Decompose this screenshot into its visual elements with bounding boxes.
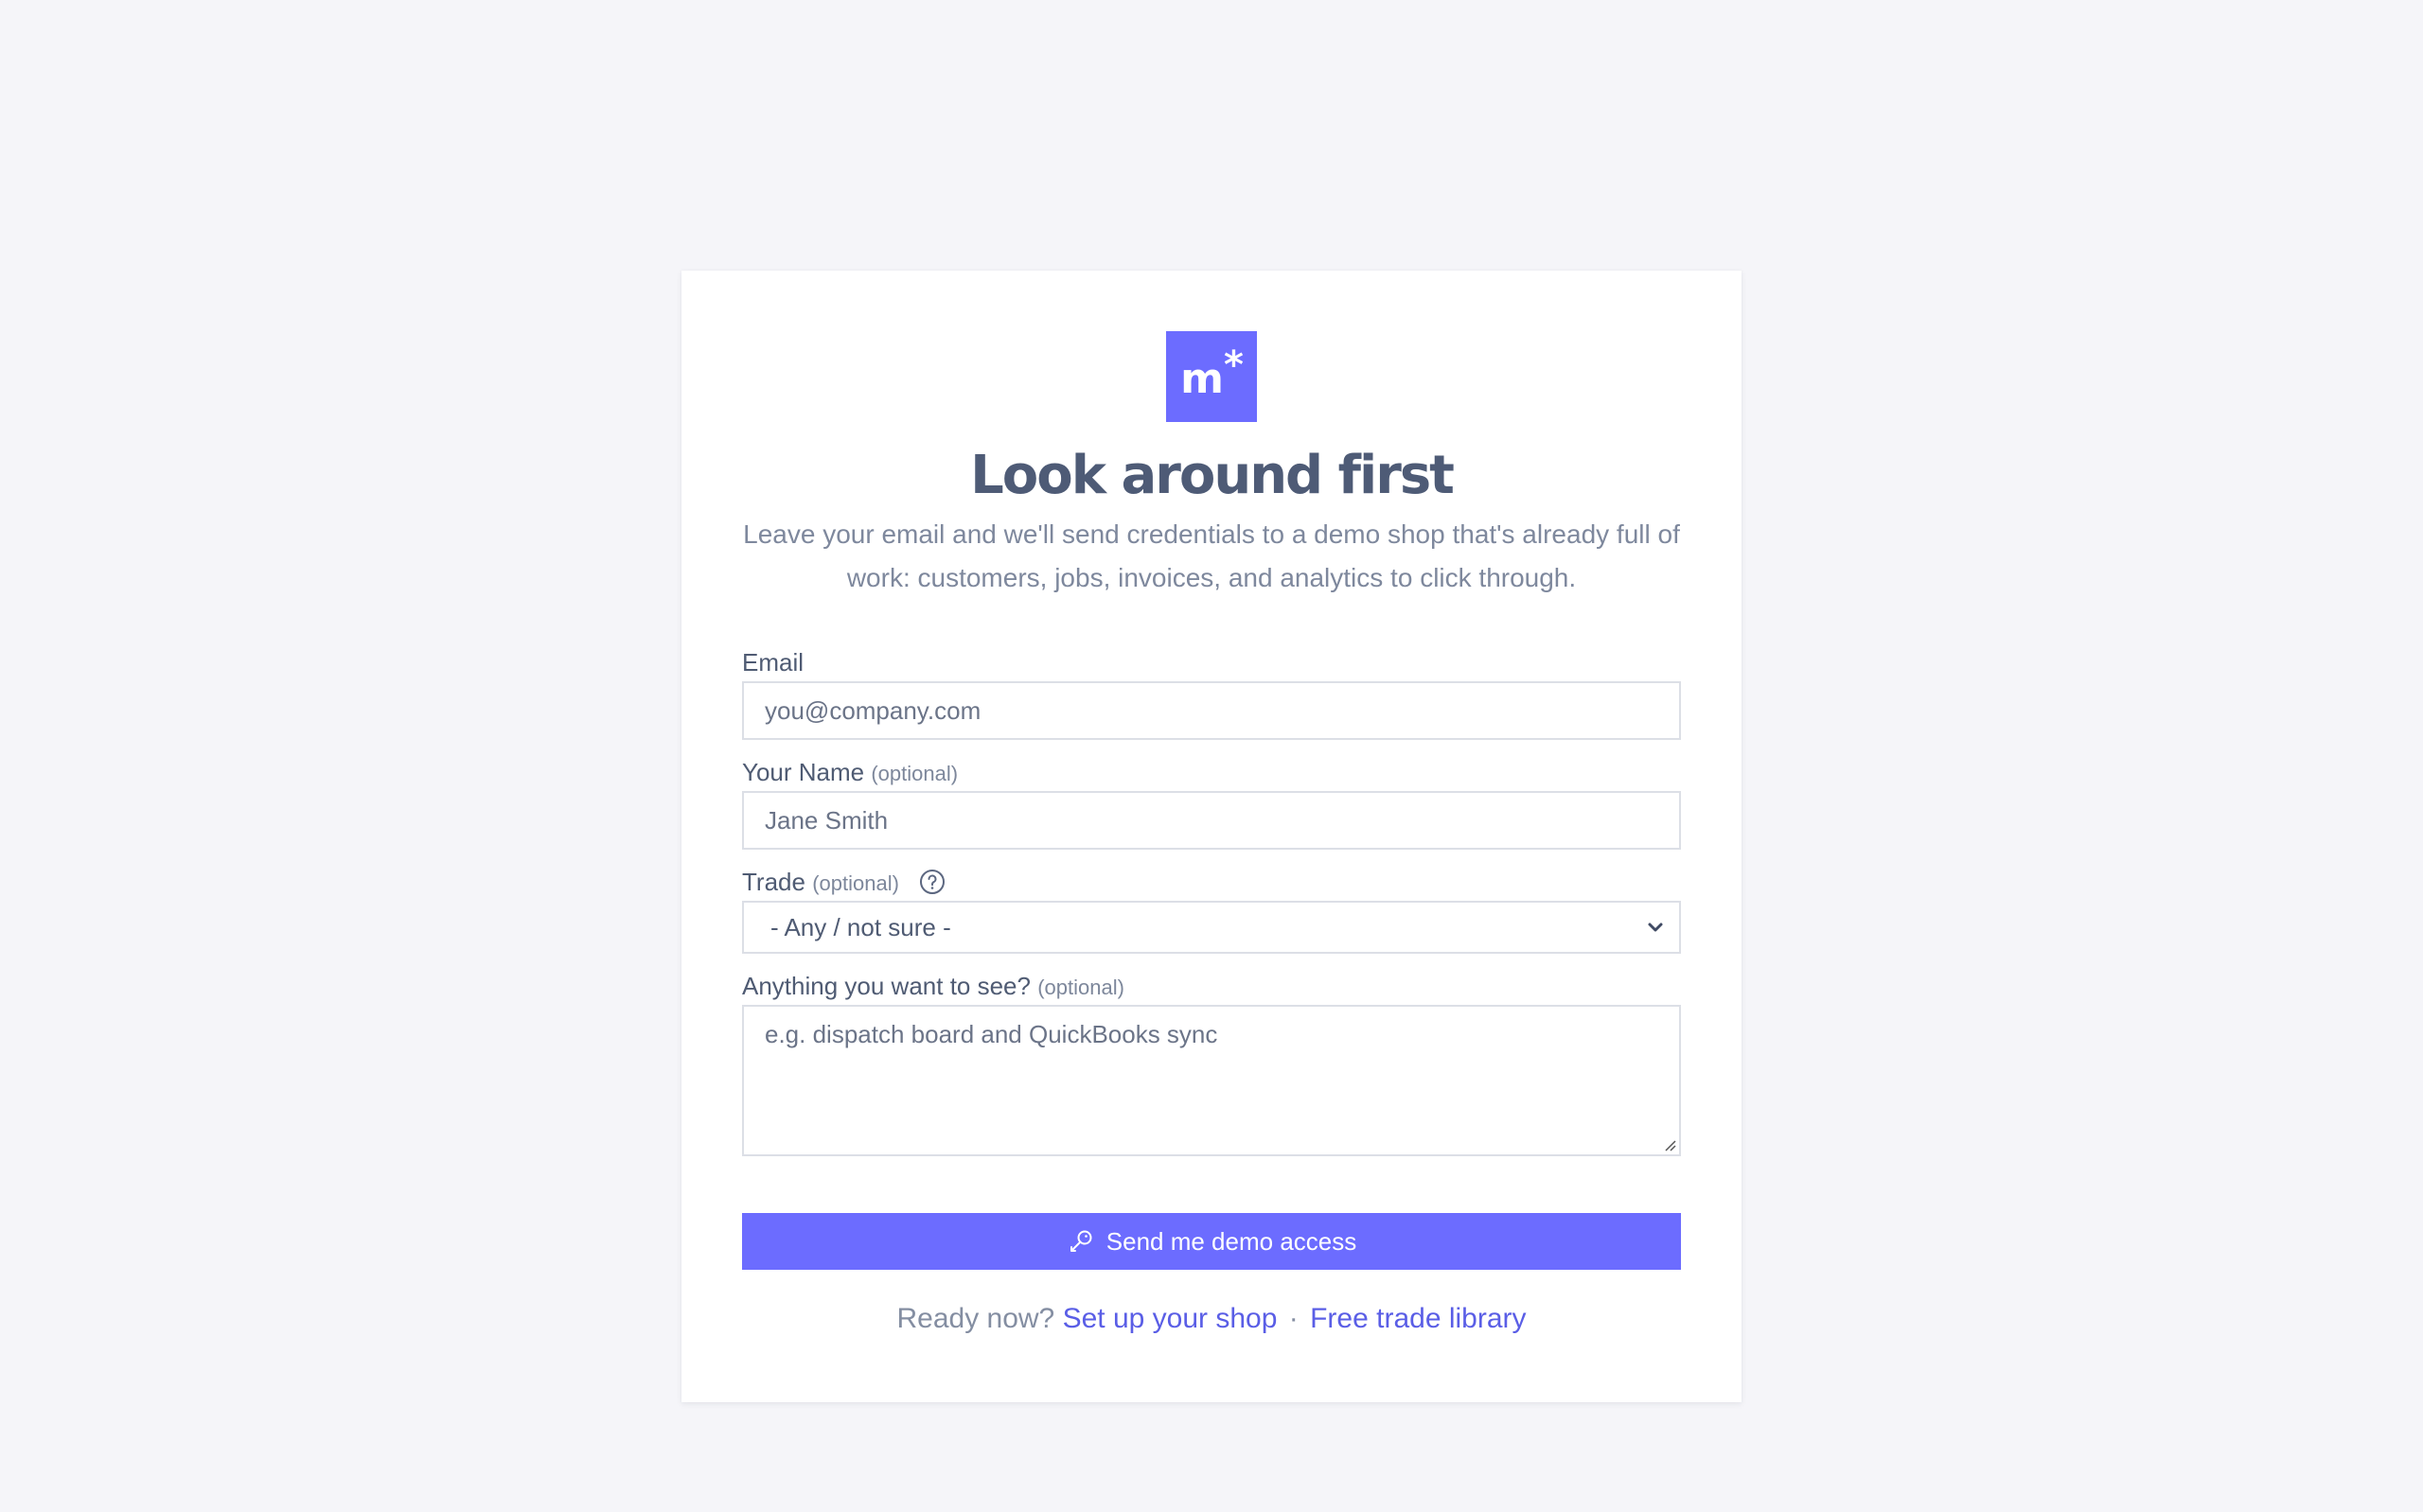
- email-label-text: Email: [742, 648, 805, 677]
- name-placeholder: Jane Smith: [765, 805, 889, 835]
- brand-logo: m *: [1166, 331, 1257, 422]
- name-label: Your Name (optional): [742, 757, 958, 789]
- wants-textarea[interactable]: e.g. dispatch board and QuickBooks sync: [742, 1005, 1681, 1156]
- question-circle-icon[interactable]: [919, 869, 946, 895]
- demo-access-card: m * Look around first Leave your email an…: [681, 271, 1742, 1402]
- footer-links: Ready now? Set up your shop · Free trade…: [681, 1300, 1742, 1338]
- email-field[interactable]: you@company.com: [742, 681, 1681, 740]
- wants-placeholder: e.g. dispatch board and QuickBooks sync: [765, 1020, 1218, 1048]
- wants-label: Anything you want to see? (optional): [742, 971, 1124, 1003]
- trade-label-text: Trade: [742, 868, 805, 896]
- footer-separator: ·: [1288, 1303, 1299, 1334]
- page-title: Look around first: [970, 445, 1455, 506]
- resize-handle-icon[interactable]: [1663, 1138, 1676, 1152]
- wants-label-text: Anything you want to see?: [742, 972, 1031, 1000]
- wants-optional-hint: (optional): [1037, 976, 1124, 999]
- logo-asterisk: *: [1223, 343, 1244, 387]
- email-label: Email: [742, 647, 804, 677]
- page-subtitle: Leave your email and we'll send credenti…: [743, 519, 1680, 592]
- trade-select[interactable]: - Any / not sure -: [742, 901, 1681, 954]
- send-demo-access-label: Send me demo access: [1105, 1226, 1357, 1256]
- name-label-text: Your Name: [742, 758, 865, 786]
- name-field[interactable]: Jane Smith: [742, 791, 1681, 850]
- setup-shop-link[interactable]: Set up your shop: [1063, 1303, 1278, 1334]
- trade-library-link[interactable]: Free trade library: [1310, 1303, 1526, 1334]
- email-placeholder: you@company.com: [765, 695, 982, 725]
- name-optional-hint: (optional): [871, 762, 959, 785]
- trade-optional-hint: (optional): [812, 871, 899, 895]
- trade-label: Trade (optional): [742, 867, 946, 899]
- chevron-down-icon: [1648, 923, 1663, 932]
- send-demo-access-button[interactable]: Send me demo access: [742, 1213, 1681, 1270]
- logo-letter: m: [1180, 354, 1224, 403]
- key-icon: [1070, 1230, 1092, 1252]
- footer-prompt: Ready now?: [896, 1303, 1055, 1334]
- trade-selected-value: - Any / not sure -: [770, 912, 951, 941]
